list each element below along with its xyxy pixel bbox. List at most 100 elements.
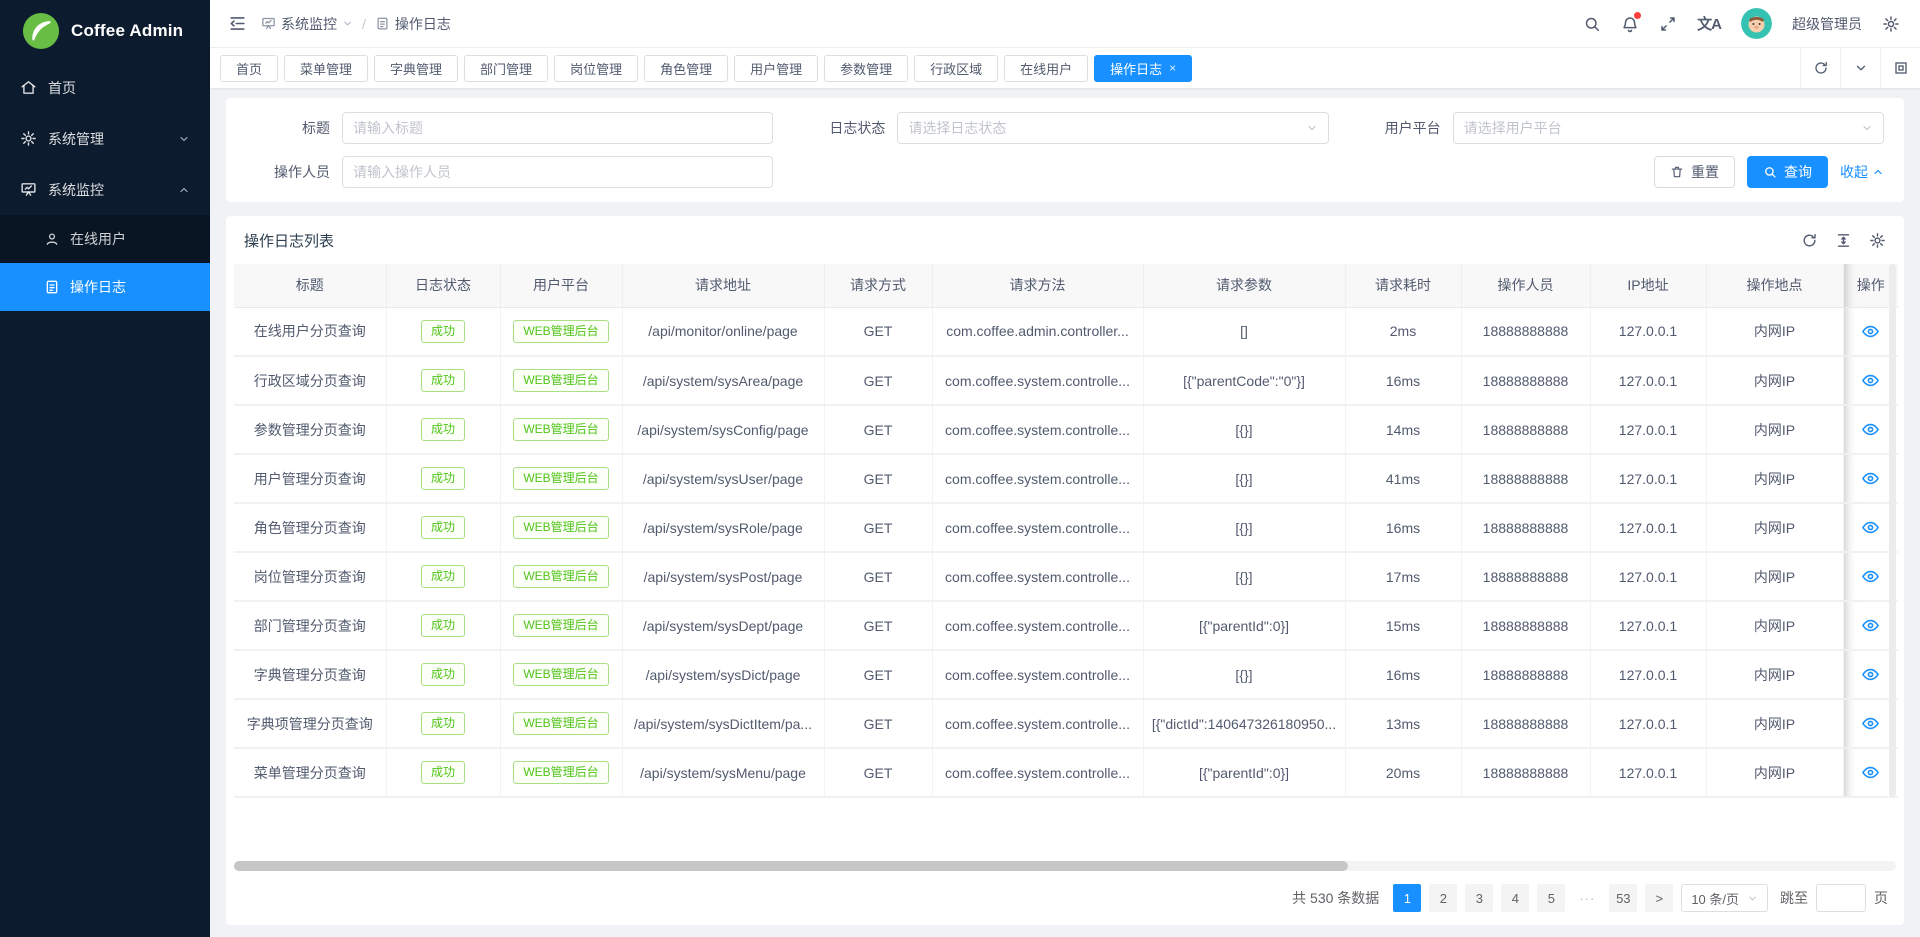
app-title: Coffee Admin (71, 21, 183, 41)
page-button[interactable]: 1 (1393, 884, 1421, 912)
tab[interactable]: 菜单管理 (284, 55, 368, 82)
tab[interactable]: 操作日志× (1094, 55, 1192, 82)
column-settings-gear-icon[interactable] (1869, 232, 1886, 249)
cell-location: 内网IP (1706, 552, 1843, 601)
horizontal-scrollbar-track[interactable] (234, 861, 1896, 871)
avatar[interactable] (1741, 8, 1772, 39)
view-detail-eye-icon[interactable] (1861, 616, 1880, 635)
tab[interactable]: 首页 (220, 55, 278, 82)
view-detail-eye-icon[interactable] (1861, 322, 1880, 341)
reset-button[interactable]: 重置 (1654, 156, 1735, 188)
title-input[interactable] (353, 113, 762, 143)
platform-badge: WEB管理后台 (513, 614, 608, 637)
table-row[interactable]: 岗位管理分页查询 成功 WEB管理后台 /api/system/sysPost/… (234, 552, 1898, 601)
breadcrumb-parent[interactable]: 系统监控 (261, 14, 353, 34)
cell-title: 岗位管理分页查询 (234, 552, 386, 601)
table-title: 操作日志列表 (244, 230, 334, 251)
page-button[interactable]: 2 (1429, 884, 1457, 912)
table-row[interactable]: 用户管理分页查询 成功 WEB管理后台 /api/system/sysUser/… (234, 454, 1898, 503)
cell-title: 部门管理分页查询 (234, 601, 386, 650)
cell-operator: 18888888888 (1461, 356, 1590, 405)
cell-url: /api/system/sysDept/page (622, 601, 824, 650)
tab[interactable]: 参数管理 (824, 55, 908, 82)
table-row[interactable]: 行政区域分页查询 成功 WEB管理后台 /api/system/sysArea/… (234, 356, 1898, 405)
tab[interactable]: 行政区域 (914, 55, 998, 82)
menu-fold-icon[interactable] (228, 14, 247, 33)
cell-title: 字典管理分页查询 (234, 650, 386, 699)
table-row[interactable]: 在线用户分页查询 成功 WEB管理后台 /api/monitor/online/… (234, 307, 1898, 356)
cell-duration: 2ms (1345, 307, 1461, 356)
platform-badge: WEB管理后台 (513, 565, 608, 588)
table-row[interactable]: 菜单管理分页查询 成功 WEB管理后台 /api/system/sysMenu/… (234, 748, 1898, 797)
view-detail-eye-icon[interactable] (1861, 518, 1880, 537)
sidebar-submenu: 在线用户 操作日志 (0, 215, 210, 311)
cell-operator: 18888888888 (1461, 454, 1590, 503)
view-detail-eye-icon[interactable] (1861, 665, 1880, 684)
cell-http-method: GET (824, 650, 932, 699)
tab[interactable]: 角色管理 (644, 55, 728, 82)
settings-gear-icon[interactable] (1882, 15, 1900, 33)
cell-location: 内网IP (1706, 503, 1843, 552)
horizontal-scrollbar-thumb[interactable] (234, 861, 1348, 871)
sidebar-item-online-users[interactable]: 在线用户 (0, 215, 210, 263)
tab[interactable]: 用户管理 (734, 55, 818, 82)
collapse-form-link[interactable]: 收起 (1840, 162, 1884, 182)
tab-list: 首页菜单管理字典管理部门管理岗位管理角色管理用户管理参数管理行政区域在线用户操作… (220, 55, 1800, 82)
operator-field-label: 操作人员 (246, 162, 330, 182)
cell-http-method: GET (824, 699, 932, 748)
log-status-select[interactable]: 请选择日志状态 (897, 112, 1328, 144)
sidebar-item-operation-log[interactable]: 操作日志 (0, 263, 210, 311)
view-detail-eye-icon[interactable] (1861, 714, 1880, 733)
view-detail-eye-icon[interactable] (1861, 567, 1880, 586)
cell-title: 菜单管理分页查询 (234, 748, 386, 797)
view-detail-eye-icon[interactable] (1861, 371, 1880, 390)
cell-params: [] (1143, 307, 1345, 356)
cell-platform: WEB管理后台 (500, 552, 622, 601)
column-header: 操作人员 (1461, 264, 1590, 307)
view-detail-eye-icon[interactable] (1861, 763, 1880, 782)
fullscreen-icon[interactable] (1659, 15, 1677, 33)
cell-location: 内网IP (1706, 307, 1843, 356)
chevron-down-icon[interactable] (1840, 48, 1880, 88)
cell-method: com.coffee.system.controlle... (932, 748, 1143, 797)
cell-method: com.coffee.system.controlle... (932, 454, 1143, 503)
maximize-icon[interactable] (1880, 48, 1920, 88)
page-button[interactable]: 5 (1537, 884, 1565, 912)
row-density-icon[interactable] (1835, 232, 1852, 249)
page-size-select[interactable]: 10 条/页 (1681, 884, 1768, 912)
tab-close-icon[interactable]: × (1169, 62, 1176, 74)
view-detail-eye-icon[interactable] (1861, 469, 1880, 488)
sidebar-item-system-management[interactable]: 系统管理 (0, 113, 210, 164)
username[interactable]: 超级管理员 (1792, 14, 1862, 34)
table-row[interactable]: 参数管理分页查询 成功 WEB管理后台 /api/system/sysConfi… (234, 405, 1898, 454)
tab[interactable]: 岗位管理 (554, 55, 638, 82)
translate-icon[interactable]: 文A (1697, 13, 1721, 34)
search-icon[interactable] (1583, 15, 1601, 33)
table-row[interactable]: 字典管理分页查询 成功 WEB管理后台 /api/system/sysDict/… (234, 650, 1898, 699)
refresh-icon[interactable] (1800, 48, 1840, 88)
notification-bell-icon[interactable] (1621, 15, 1639, 33)
tab[interactable]: 在线用户 (1004, 55, 1088, 82)
tab[interactable]: 字典管理 (374, 55, 458, 82)
table-row[interactable]: 角色管理分页查询 成功 WEB管理后台 /api/system/sysRole/… (234, 503, 1898, 552)
page-button[interactable]: 3 (1465, 884, 1493, 912)
cell-duration: 16ms (1345, 650, 1461, 699)
page-button[interactable]: 53 (1609, 884, 1637, 912)
refresh-icon[interactable] (1801, 232, 1818, 249)
tab[interactable]: 部门管理 (464, 55, 548, 82)
platform-select[interactable]: 请选择用户平台 (1453, 112, 1884, 144)
table-row[interactable]: 字典项管理分页查询 成功 WEB管理后台 /api/system/sysDict… (234, 699, 1898, 748)
table-row[interactable]: 部门管理分页查询 成功 WEB管理后台 /api/system/sysDept/… (234, 601, 1898, 650)
jump-page-input[interactable] (1816, 884, 1866, 912)
cell-operator: 18888888888 (1461, 307, 1590, 356)
operator-input[interactable] (353, 157, 762, 187)
query-button[interactable]: 查询 (1747, 156, 1828, 188)
cell-method: com.coffee.system.controlle... (932, 503, 1143, 552)
breadcrumb-current: 操作日志 (375, 14, 451, 34)
vertical-scrollbar[interactable] (1889, 264, 1896, 797)
sidebar-item-home[interactable]: 首页 (0, 62, 210, 113)
sidebar-item-system-monitor[interactable]: 系统监控 (0, 164, 210, 215)
next-page-button[interactable]: > (1645, 884, 1673, 912)
page-button[interactable]: 4 (1501, 884, 1529, 912)
view-detail-eye-icon[interactable] (1861, 420, 1880, 439)
